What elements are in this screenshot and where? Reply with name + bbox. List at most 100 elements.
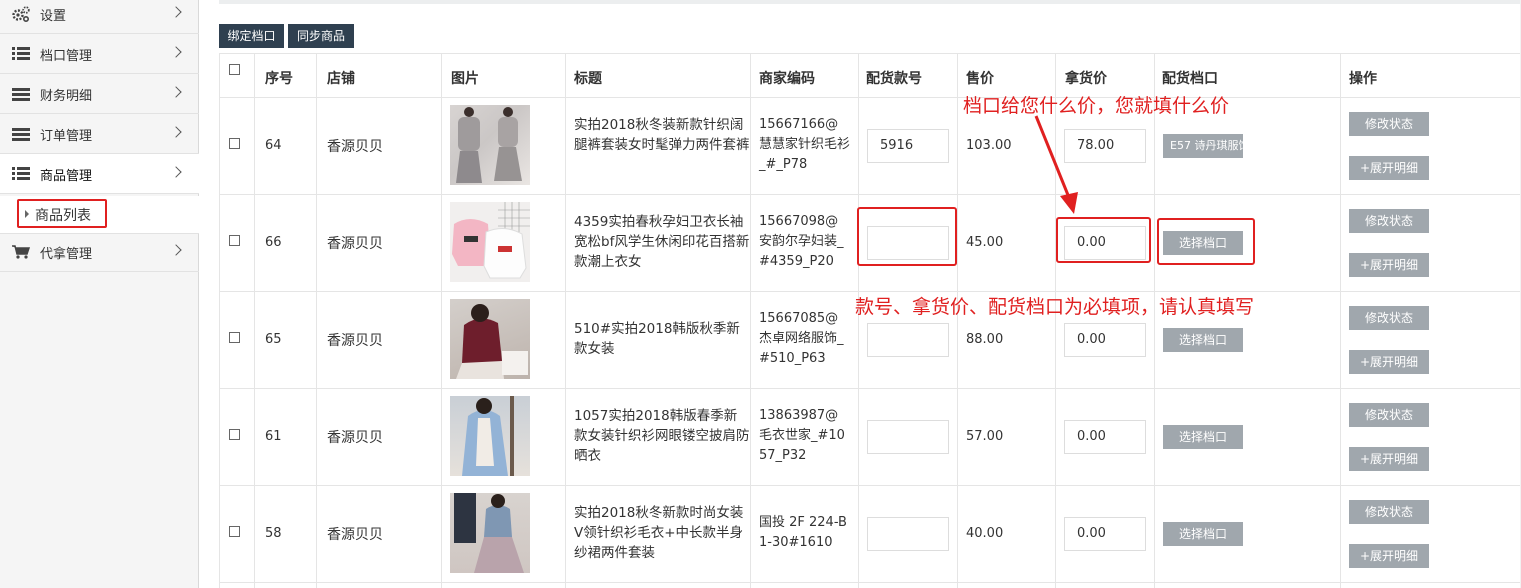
cost-input[interactable]: 0.00 [1064, 420, 1146, 454]
row-shop: 香源贝贝 [327, 236, 383, 252]
modify-status-button[interactable]: 修改状态 [1349, 500, 1429, 524]
col-header-seq: 序号 [265, 71, 293, 87]
sidebar-item-goods-management[interactable]: 商品管理 [0, 154, 199, 194]
row-price: 40.00 [966, 526, 1004, 541]
modify-status-button[interactable]: 修改状态 [1349, 306, 1429, 330]
sidebar-item-label: 商品管理 [40, 169, 93, 184]
expand-detail-button[interactable]: +展开明细 [1349, 350, 1429, 374]
col-header-stall: 配货档口 [1162, 71, 1218, 87]
col-header-actions: 操作 [1349, 71, 1377, 87]
cost-input[interactable]: 0.00 [1064, 517, 1146, 551]
stall-select-button[interactable]: 选择档口 [1163, 328, 1243, 352]
col-header-style-no: 配货款号 [866, 71, 922, 87]
sidebar-item-label: 设置 [40, 9, 67, 24]
row-title: 实拍2018秋冬装新款针织阔腿裤套装女时髦弹力两件套裤 [574, 117, 750, 153]
stall-select-button[interactable]: 选择档口 [1163, 522, 1243, 546]
cost-input[interactable]: 0.00 [1064, 323, 1146, 357]
product-thumbnail[interactable] [450, 493, 530, 573]
col-header-image: 图片 [451, 71, 479, 87]
row-sku: 13863987@毛衣世家_#1057_P32 [759, 408, 845, 463]
sidebar-item-finance[interactable]: 财务明细 [0, 74, 199, 114]
row-price: 88.00 [966, 332, 1004, 347]
row-title: 4359实拍春秋孕妇卫衣长袖宽松bf风学生休闲印花百搭新款潮上衣女 [574, 214, 750, 270]
row-checkbox[interactable] [229, 332, 240, 343]
list-icon [12, 166, 30, 182]
chevron-right-icon [170, 126, 182, 138]
expand-detail-button[interactable]: +展开明细 [1349, 253, 1429, 277]
row-title: 实拍2018秋冬新款时尚女装V领针织衫毛衣+中长款半身纱裙两件套装 [574, 505, 744, 561]
stall-select-button[interactable]: 选择档口 [1163, 425, 1243, 449]
annotation-arrow-icon [1034, 115, 1078, 214]
select-all-checkbox[interactable] [229, 64, 240, 75]
modify-status-button[interactable]: 修改状态 [1349, 112, 1429, 136]
sync-goods-button[interactable]: 同步商品 [288, 24, 354, 48]
highlight-style-no [857, 207, 957, 266]
chevron-right-icon [170, 86, 182, 98]
top-strip [219, 0, 1521, 4]
sidebar-item-orders[interactable]: 订单管理 [0, 114, 199, 154]
row-checkbox[interactable] [229, 526, 240, 537]
sidebar-item-label: 代拿管理 [40, 247, 93, 262]
annotation-required-note: 款号、拿货价、配货档口为必填项，请认真填写 [855, 296, 1255, 318]
style-no-input[interactable] [867, 420, 949, 454]
col-header-price: 售价 [966, 71, 994, 87]
row-price: 45.00 [966, 235, 1004, 250]
caret-right-icon [25, 210, 29, 218]
annotation-price-note: 档口给您什么价，您就填什么价 [963, 95, 1230, 117]
highlight-cost [1056, 217, 1151, 263]
col-header-shop: 店铺 [327, 71, 355, 87]
row-title: 1057实拍2018韩版春季新款女装针织衫网眼镂空披肩防晒衣 [574, 408, 750, 464]
expand-detail-button[interactable]: +展开明细 [1349, 544, 1429, 568]
chevron-right-icon [170, 166, 182, 178]
modify-status-button[interactable]: 修改状态 [1349, 209, 1429, 233]
cart-icon [12, 245, 30, 259]
sidebar-item-stall-management[interactable]: 档口管理 [0, 34, 199, 74]
product-thumbnail[interactable] [450, 396, 530, 476]
row-checkbox[interactable] [229, 138, 240, 149]
list-icon [12, 46, 30, 62]
row-sku: 15667166@慧慧家针织毛衫_#_P78 [759, 117, 851, 172]
style-no-input[interactable]: 5916 [867, 129, 949, 163]
stall-select-button[interactable]: E57 诗丹琪服饰 [1163, 134, 1243, 158]
row-seq: 61 [265, 429, 282, 444]
row-shop: 香源贝贝 [327, 333, 383, 349]
sidebar-subitem-goods-list[interactable]: 商品列表 [0, 196, 199, 234]
row-title: 510#实拍2018韩版秋季新款女装 [574, 321, 740, 357]
row-price: 57.00 [966, 429, 1004, 444]
product-thumbnail[interactable] [450, 202, 530, 282]
row-seq: 64 [265, 138, 282, 153]
row-sku: 国投 2F 224-B1-30#1610 [759, 515, 847, 550]
gears-icon [12, 6, 30, 22]
sidebar-subitem-label: 商品列表 [35, 208, 91, 224]
row-shop: 香源贝贝 [327, 139, 383, 155]
sidebar-item-label: 订单管理 [40, 129, 93, 144]
row-checkbox[interactable] [229, 235, 240, 246]
row-checkbox[interactable] [229, 429, 240, 440]
expand-detail-button[interactable]: +展开明细 [1349, 156, 1429, 180]
col-header-title: 标题 [574, 71, 602, 87]
col-header-cost: 拿货价 [1065, 71, 1107, 87]
row-price: 103.00 [966, 138, 1012, 153]
col-header-sku: 商家编码 [759, 71, 815, 87]
menu-icon [12, 126, 30, 142]
sidebar-item-proxy-management[interactable]: 代拿管理 [0, 232, 199, 272]
sidebar-item-settings[interactable]: 设置 [0, 0, 199, 34]
row-seq: 66 [265, 235, 282, 250]
row-seq: 58 [265, 526, 282, 541]
row-shop: 香源贝贝 [327, 430, 383, 446]
bind-stall-button[interactable]: 绑定档口 [219, 24, 284, 48]
chevron-right-icon [170, 244, 182, 256]
highlight-stall [1157, 218, 1255, 265]
product-thumbnail[interactable] [450, 105, 530, 185]
sidebar: 设置 档口管理 财务明细 订单管理 商品管理 商品列表 代拿管理 [0, 0, 199, 588]
row-sku: 15667085@杰卓网络服饰_#510_P63 [759, 311, 844, 366]
row-sku: 15667098@安韵尔孕妇装_#4359_P20 [759, 214, 844, 269]
modify-status-button[interactable]: 修改状态 [1349, 403, 1429, 427]
style-no-input[interactable] [867, 517, 949, 551]
sidebar-item-label: 财务明细 [40, 89, 93, 104]
expand-detail-button[interactable]: +展开明细 [1349, 447, 1429, 471]
product-thumbnail[interactable] [450, 299, 530, 379]
style-no-input[interactable] [867, 323, 949, 357]
menu-icon [12, 86, 30, 102]
goods-table: 序号 店铺 图片 标题 商家编码 配货款号 售价 拿货价 配货档口 操作 64 … [219, 53, 1521, 588]
